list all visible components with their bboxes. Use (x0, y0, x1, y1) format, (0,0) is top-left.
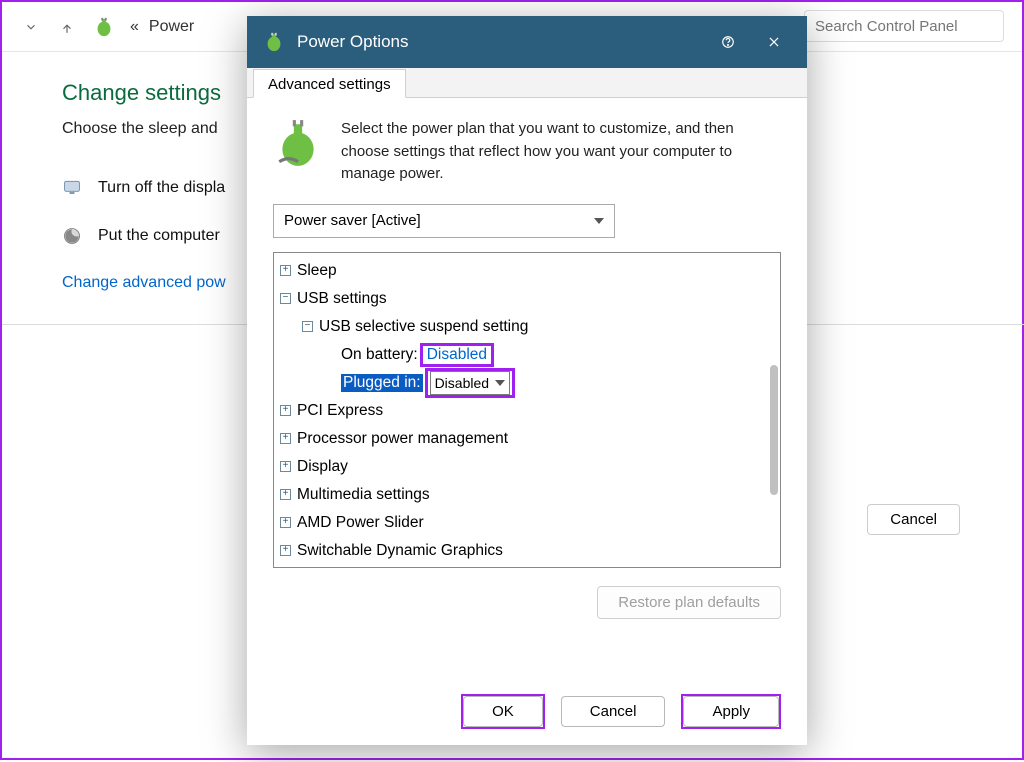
power-plan-icon (92, 15, 116, 39)
plugged-in-value: Disabled (435, 375, 489, 391)
tree-label: Display (297, 458, 348, 476)
tree-item-switchable[interactable]: + Switchable Dynamic Graphics (280, 537, 774, 565)
tree-label: Processor power management (297, 430, 508, 448)
scrollbar-thumb[interactable] (770, 365, 778, 495)
help-icon (721, 35, 735, 49)
tree-label: PCI Express (297, 402, 383, 420)
power-options-dialog: Power Options Advanced settings Select t… (247, 16, 807, 745)
tree-item-sleep[interactable]: + Sleep (280, 257, 774, 285)
tree-item-usb-selective[interactable]: − USB selective suspend setting (280, 313, 774, 341)
arrow-up-icon (60, 20, 74, 34)
collapse-icon[interactable]: − (280, 293, 291, 304)
breadcrumb[interactable]: « Power (130, 18, 194, 36)
expand-icon[interactable]: + (280, 517, 291, 528)
tree-item-pci[interactable]: + PCI Express (280, 397, 774, 425)
expand-icon[interactable]: + (280, 489, 291, 500)
search-placeholder: Search Control Panel (815, 18, 958, 35)
breadcrumb-separator: « (130, 18, 139, 36)
expand-icon[interactable]: + (280, 433, 291, 444)
ok-button[interactable]: OK (463, 696, 543, 727)
breadcrumb-item: Power (149, 18, 194, 36)
dialog-title: Power Options (297, 32, 699, 52)
dialog-tabbar: Advanced settings (247, 68, 807, 98)
expand-icon[interactable]: + (280, 461, 291, 472)
tree-item-on-battery[interactable]: On battery: Disabled (280, 341, 774, 369)
dialog-titlebar: Power Options (247, 16, 807, 68)
apply-button[interactable]: Apply (683, 696, 779, 727)
tree-item-amd[interactable]: + AMD Power Slider (280, 509, 774, 537)
tree-label: AMD Power Slider (297, 514, 424, 532)
expand-icon[interactable]: + (280, 545, 291, 556)
power-plan-selected: Power saver [Active] (284, 212, 421, 229)
tree-label: USB settings (297, 290, 387, 308)
tree-label: Sleep (297, 262, 337, 280)
sleep-icon (62, 226, 82, 246)
setting-label: Put the computer (98, 227, 220, 245)
dialog-footer: OK Cancel Apply (247, 677, 807, 745)
setting-label: Turn off the displa (98, 179, 225, 197)
up-button[interactable] (56, 16, 78, 38)
close-button[interactable] (757, 25, 791, 59)
dialog-description-row: Select the power plan that you want to c… (273, 118, 781, 186)
chevron-down-icon (495, 380, 505, 386)
expand-icon[interactable]: + (280, 265, 291, 276)
dialog-description: Select the power plan that you want to c… (341, 118, 781, 186)
chevron-down-icon (594, 218, 604, 224)
cp-cancel-button[interactable]: Cancel (867, 504, 960, 535)
tree-item-display[interactable]: + Display (280, 453, 774, 481)
tree-item-ppm[interactable]: + Processor power management (280, 425, 774, 453)
chevron-down-icon (24, 20, 38, 34)
expand-icon[interactable]: + (280, 405, 291, 416)
power-plan-icon (263, 31, 285, 53)
tree-label: USB selective suspend setting (319, 318, 528, 336)
tree-item-usb-settings[interactable]: − USB settings (280, 285, 774, 313)
tab-advanced-settings[interactable]: Advanced settings (253, 69, 406, 98)
power-plan-select[interactable]: Power saver [Active] (273, 204, 615, 238)
tree-label: On battery: (341, 346, 418, 364)
tree-label: Multimedia settings (297, 486, 430, 504)
close-icon (767, 35, 781, 49)
back-button[interactable] (20, 16, 42, 38)
tree-label: Switchable Dynamic Graphics (297, 542, 503, 560)
monitor-off-icon (62, 178, 82, 198)
settings-tree: + Sleep − USB settings − USB selective s… (273, 252, 781, 568)
tree-label-selected: Plugged in: (341, 374, 423, 392)
search-input[interactable]: Search Control Panel (804, 10, 1004, 42)
tree-item-plugged-in[interactable]: Plugged in: Disabled (280, 369, 774, 397)
dialog-content: Select the power plan that you want to c… (247, 98, 807, 677)
restore-defaults-button[interactable]: Restore plan defaults (597, 586, 781, 619)
on-battery-value[interactable]: Disabled (425, 346, 489, 363)
cancel-button[interactable]: Cancel (561, 696, 666, 727)
help-button[interactable] (711, 25, 745, 59)
collapse-icon[interactable]: − (302, 321, 313, 332)
power-plan-large-icon (273, 118, 323, 168)
plugged-in-select[interactable]: Disabled (430, 371, 510, 395)
tree-item-multimedia[interactable]: + Multimedia settings (280, 481, 774, 509)
